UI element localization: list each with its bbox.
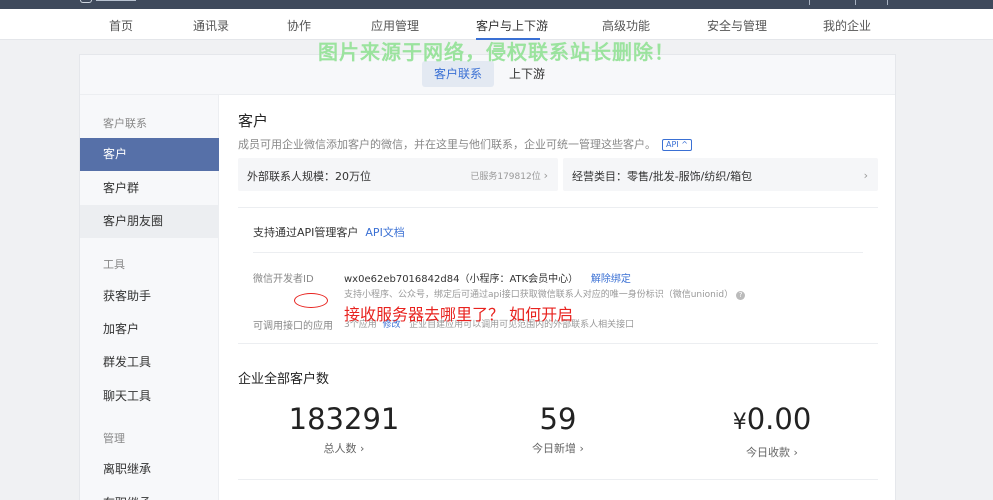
business-category-label: 经营类目：零售/批发-服饰/纺织/箱包 bbox=[572, 170, 753, 183]
stat-revenue-today-value: 0.00 bbox=[746, 402, 812, 436]
help-icon[interactable]: ? bbox=[736, 291, 746, 300]
customer-scale-card[interactable]: 外部联系人规模：20万位 已服务179812位 › bbox=[238, 158, 558, 191]
api-heading: 支持通过API管理客户 API文档 bbox=[253, 224, 405, 240]
page-description: 成员可用企业微信添加客户的微信，并在这里与他们联系，企业可统一管理这些客户。 AP… bbox=[238, 136, 692, 152]
sidebar-group-tools: 工具 bbox=[103, 258, 125, 271]
dev-id-hint-row: 支持小程序、公众号，绑定后可通过api接口获取微信联系人对应的唯一身份标识（微信… bbox=[344, 287, 746, 300]
served-count: 已服务179812位 bbox=[470, 172, 541, 182]
sidebar-item-chat-tools[interactable]: 聊天工具 bbox=[80, 380, 219, 413]
header-user-links bbox=[787, 0, 897, 9]
sidebar-group-management: 管理 bbox=[103, 432, 125, 445]
sidebar-group-customer-contact: 客户联系 bbox=[103, 117, 147, 130]
sidebar-item-active-inherit[interactable]: 在职继承 bbox=[80, 487, 219, 500]
logo bbox=[80, 0, 140, 4]
nav-item-my-company[interactable]: 我的企业 bbox=[823, 17, 871, 34]
nav-item-contacts[interactable]: 通讯录 bbox=[193, 17, 229, 34]
main-panel: 客户联系 上下游 客户联系 客户 客户群 客户朋友圈 工具 获客助手 加客户 群… bbox=[79, 54, 896, 500]
api-doc-link[interactable]: API文档 bbox=[365, 226, 404, 239]
stat-revenue-today-value-row: ¥0.00 bbox=[666, 401, 878, 441]
stat-revenue-today-caption[interactable]: 今日收款 › bbox=[666, 444, 878, 460]
stat-new-today: 59 今日新增 › bbox=[452, 401, 664, 456]
annotation-text: 接收服务器去哪里了？ 如何开启 bbox=[344, 305, 574, 324]
description-text: 成员可用企业微信添加客户的微信，并在这里与他们联系，企业可统一管理这些客户。 bbox=[238, 138, 656, 151]
sidebar-item-customers[interactable]: 客户 bbox=[80, 138, 219, 171]
annotation-circle bbox=[294, 293, 328, 308]
sidebar-item-mass-send[interactable]: 群发工具 bbox=[80, 346, 219, 379]
sidebar-item-add-customer[interactable]: 加客户 bbox=[80, 313, 219, 346]
divider bbox=[253, 252, 863, 253]
nav-item-customers[interactable]: 客户与上下游 bbox=[476, 17, 548, 34]
divider bbox=[238, 479, 878, 480]
sidebar-item-customer-groups[interactable]: 客户群 bbox=[80, 172, 219, 205]
apps-label: 可调用接口的应用 bbox=[253, 321, 333, 332]
stats-title: 企业全部客户数 bbox=[238, 372, 330, 387]
stat-total-caption[interactable]: 总人数 › bbox=[238, 440, 450, 456]
watermark-text: 图片来源于网络，侵权联系站长删除！ bbox=[318, 40, 675, 64]
nav-item-apps[interactable]: 应用管理 bbox=[371, 17, 419, 34]
nav-item-collaboration[interactable]: 协作 bbox=[287, 17, 311, 34]
stat-total-value: 183291 bbox=[288, 402, 400, 436]
sidebar: 客户联系 客户 客户群 客户朋友圈 工具 获客助手 加客户 群发工具 聊天工具 … bbox=[80, 95, 219, 500]
nav-item-home[interactable]: 首页 bbox=[109, 17, 133, 34]
business-category-card[interactable]: 经营类目：零售/批发-服饰/纺织/箱包 › bbox=[563, 158, 878, 191]
dev-id-label: 微信开发者ID bbox=[253, 274, 314, 285]
sidebar-item-moments[interactable]: 客户朋友圈 bbox=[80, 205, 219, 238]
stat-total: 183291 总人数 › bbox=[238, 401, 450, 456]
nav-item-advanced[interactable]: 高级功能 bbox=[602, 17, 650, 34]
stat-new-today-value: 59 bbox=[539, 402, 577, 436]
chevron-right-icon: › bbox=[863, 169, 868, 182]
api-toggle-badge[interactable]: API ^ bbox=[662, 139, 692, 151]
currency-symbol: ¥ bbox=[732, 410, 747, 435]
customer-scale-label: 外部联系人规模：20万位 bbox=[247, 170, 371, 183]
dev-id-value: wx0e62eb7016842d84（小程序：ATK会员中心） bbox=[344, 274, 579, 285]
dev-id-row: wx0e62eb7016842d84（小程序：ATK会员中心） 解除绑定 bbox=[344, 270, 631, 285]
stat-new-today-caption[interactable]: 今日新增 › bbox=[452, 440, 664, 456]
customer-scale-meta: 已服务179812位 › bbox=[470, 169, 548, 182]
unbind-link[interactable]: 解除绑定 bbox=[591, 274, 631, 285]
top-header-bar bbox=[0, 0, 993, 9]
stat-revenue-today: ¥0.00 今日收款 › bbox=[666, 401, 878, 460]
page-title: 客户 bbox=[238, 112, 269, 130]
chevron-right-icon: › bbox=[543, 169, 548, 182]
sidebar-item-resigned-inherit[interactable]: 离职继承 bbox=[80, 453, 219, 486]
api-heading-text: 支持通过API管理客户 bbox=[253, 226, 359, 239]
dev-id-hint: 支持小程序、公众号，绑定后可通过api接口获取微信联系人对应的唯一身份标识（微信… bbox=[344, 290, 734, 300]
sidebar-item-acquisition[interactable]: 获客助手 bbox=[80, 280, 219, 313]
nav-item-security[interactable]: 安全与管理 bbox=[707, 17, 767, 34]
